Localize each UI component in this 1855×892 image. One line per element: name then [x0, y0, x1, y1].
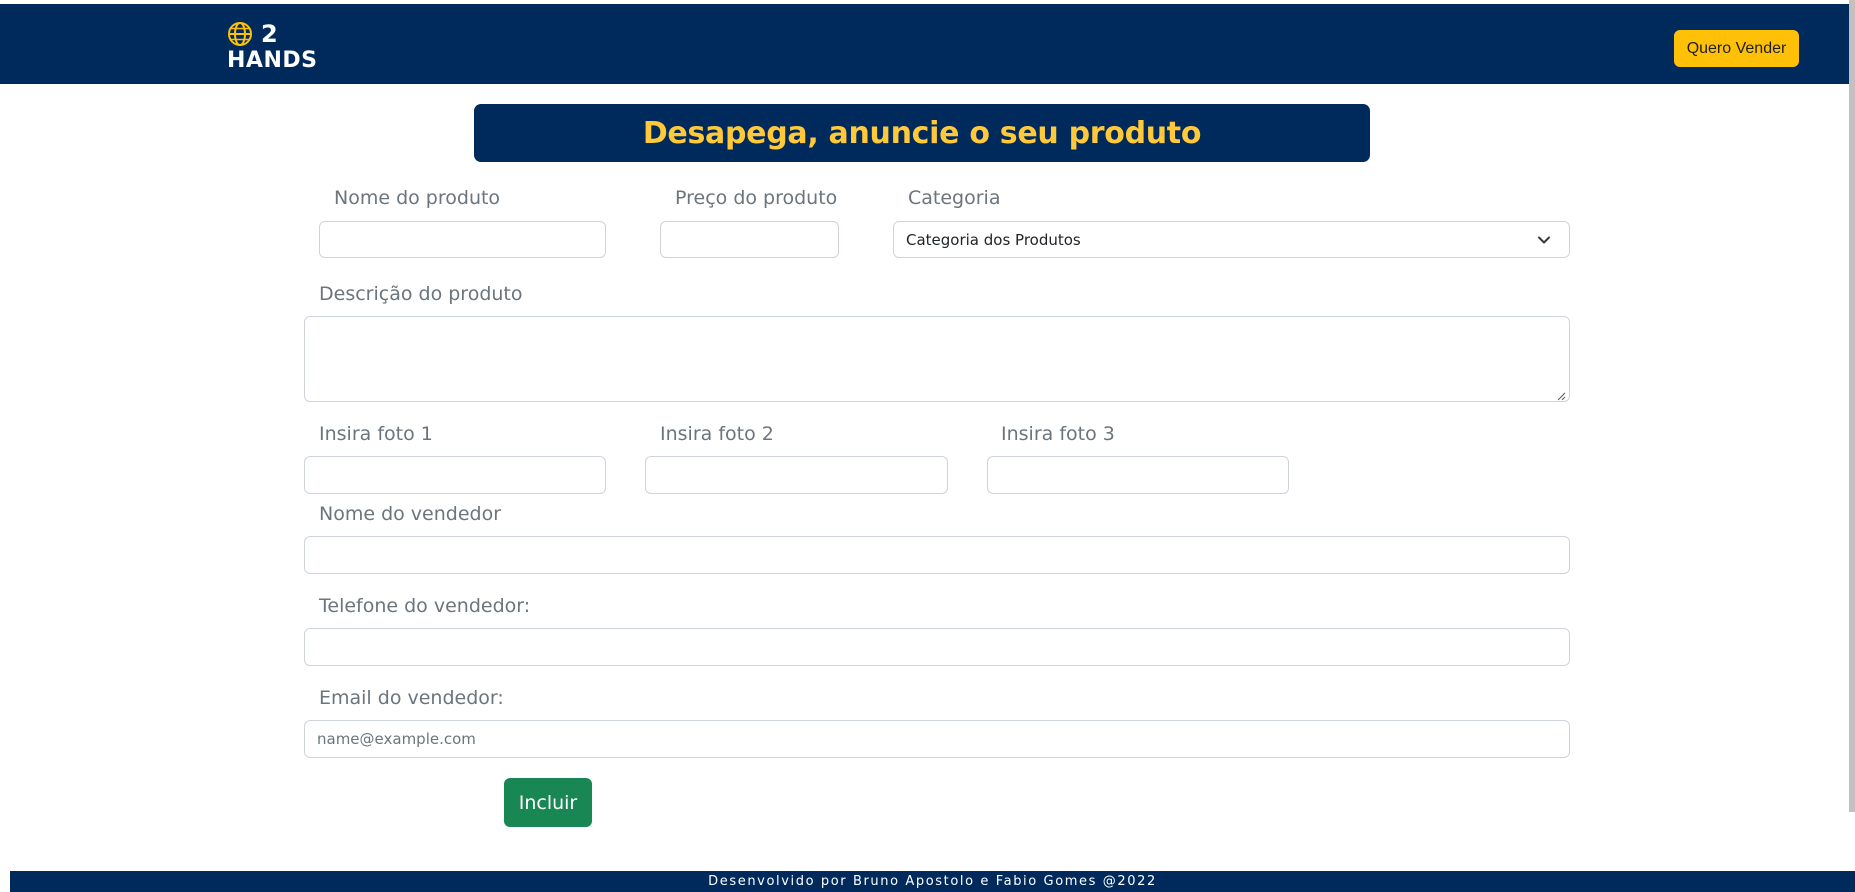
seller-email-input[interactable] — [304, 720, 1570, 758]
logo-top-row: 2 — [227, 19, 317, 49]
page-title: Desapega, anuncie o seu produto — [642, 115, 1202, 151]
navbar: 2 HANDS Quero Vender — [0, 4, 1849, 84]
submit-button[interactable]: Incluir — [504, 778, 592, 827]
category-label: Categoria — [908, 187, 1001, 209]
globe-icon — [227, 21, 253, 47]
description-textarea[interactable] — [304, 316, 1570, 402]
photo2-label: Insira foto 2 — [660, 423, 774, 445]
photo1-label: Insira foto 1 — [319, 423, 433, 445]
photo3-input[interactable] — [987, 456, 1289, 494]
category-selected-value: Categoria dos Produtos — [906, 230, 1081, 249]
category-select[interactable]: Categoria dos Produtos — [893, 221, 1570, 258]
seller-phone-label: Telefone do vendedor: — [319, 595, 531, 617]
description-label: Descrição do produto — [319, 283, 523, 305]
product-name-label: Nome do produto — [334, 187, 501, 209]
logo-word: HANDS — [227, 48, 318, 73]
footer: Desenvolvido por Bruno Apostolo e Fabio … — [10, 871, 1855, 892]
brand-logo[interactable]: 2 HANDS — [227, 19, 317, 73]
logo-number: 2 — [261, 20, 278, 48]
chevron-down-icon — [1537, 233, 1551, 247]
page-banner: Desapega, anuncie o seu produto — [474, 104, 1370, 162]
seller-name-label: Nome do vendedor — [319, 503, 502, 525]
photo3-label: Insira foto 3 — [1001, 423, 1115, 445]
seller-email-label: Email do vendedor: — [319, 687, 504, 709]
product-name-input[interactable] — [319, 221, 606, 258]
product-price-input[interactable] — [660, 221, 839, 258]
resize-handle-icon[interactable] — [1556, 388, 1566, 401]
sell-button[interactable]: Quero Vender — [1674, 30, 1799, 67]
seller-phone-input[interactable] — [304, 628, 1570, 666]
photo1-input[interactable] — [304, 456, 606, 494]
page-scrollbar[interactable] — [1849, 0, 1855, 812]
seller-name-input[interactable] — [304, 536, 1570, 574]
product-price-label: Preço do produto — [675, 187, 838, 209]
photo2-input[interactable] — [645, 456, 948, 494]
footer-credits: Desenvolvido por Bruno Apostolo e Fabio … — [708, 874, 1157, 889]
scrollbar-thumb[interactable] — [1849, 0, 1855, 812]
